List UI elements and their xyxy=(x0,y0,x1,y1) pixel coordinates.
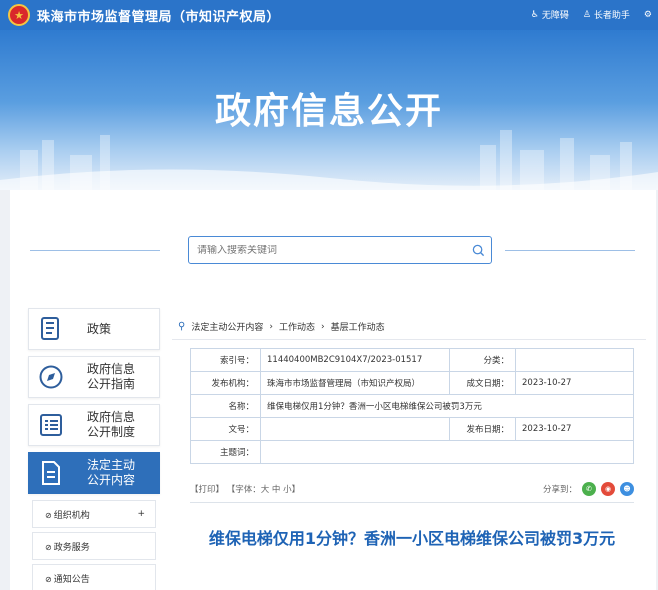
nav-item-system[interactable]: 政府信息 公开制度 xyxy=(28,404,160,446)
accessibility-icon: ♿ xyxy=(530,9,539,20)
breadcrumb-item[interactable]: 基层工作动态 xyxy=(331,320,385,333)
detail-area: ⚲ 法定主动公开内容 › 工作动态 › 基层工作动态 索引号： 11440400… xyxy=(172,314,646,548)
breadcrumb: ⚲ 法定主动公开内容 › 工作动态 › 基层工作动态 xyxy=(172,314,646,340)
breadcrumb-item[interactable]: 工作动态 xyxy=(279,320,315,333)
search-box xyxy=(188,236,492,264)
table-row: 主题词： xyxy=(190,440,634,464)
link-icon: ⊘ xyxy=(45,574,52,584)
nav-label: 政府信息 公开制度 xyxy=(87,410,136,439)
elderly-icon: ♙ xyxy=(582,9,591,20)
sub-item-government-services[interactable]: ⊘ 政务服务 xyxy=(32,532,156,560)
divider-line xyxy=(30,250,160,251)
sub-item-notices[interactable]: ⊘ 通知公告 xyxy=(32,564,156,590)
gear-icon: ⚙ xyxy=(643,9,652,20)
wechat-icon[interactable]: ✆ xyxy=(582,482,596,496)
table-row: 名称： 维保电梯仅用1分钟？香洲一小区电梯维保公司被罚3万元 xyxy=(190,394,634,418)
accessibility-link[interactable]: ♿ 无障碍 xyxy=(530,8,569,22)
expand-plus-icon[interactable]: + xyxy=(137,509,145,519)
site-title[interactable]: 珠海市市场监督管理局（市知识产权局） xyxy=(37,6,280,25)
link-icon: ⊘ xyxy=(45,542,52,552)
divider-line xyxy=(505,250,635,251)
sub-item-organization[interactable]: ⊘ 组织机构 + xyxy=(32,500,156,528)
table-row: 文号： 发布日期： 2023-10-27 xyxy=(190,417,634,441)
chevron-right-icon: › xyxy=(269,321,273,332)
content-panel: 政策 政府信息公开指南 政府信息公开制度 法定主动公开内容 ⊘组织机构 + ⊘政… xyxy=(10,190,656,590)
nav-label: 政策 xyxy=(87,321,112,336)
top-bar: ★ 珠海市市场监督管理局（市知识产权局） ♿ 无障碍 ♙ 长者助手 ⚙ xyxy=(0,0,658,30)
breadcrumb-item[interactable]: 法定主动公开内容 xyxy=(191,320,263,333)
nav-item-statutory-content[interactable]: 法定主动 公开内容 xyxy=(28,452,160,494)
nav-item-policy[interactable]: 政策 xyxy=(28,308,160,350)
weibo-icon[interactable]: ◉ xyxy=(601,482,615,496)
share-bar: 分享到： ✆ ◉ ☻ xyxy=(543,482,634,496)
settings-link[interactable]: ⚙ xyxy=(644,8,652,21)
city-skyline-illustration xyxy=(0,130,658,190)
table-row: 发布机构： 珠海市市场监督管理局（市知识产权局） 成文日期： 2023-10-2… xyxy=(190,371,634,395)
national-emblem-icon: ★ xyxy=(8,4,30,26)
elderly-assistant-link[interactable]: ♙ 长者助手 xyxy=(582,8,630,22)
qq-icon[interactable]: ☻ xyxy=(620,482,634,496)
left-nav: 政策 政府信息 公开指南 政府信息 公开制度 法定主动 公开内容 ⊘ 组织机构 + ⊘ 政… xyxy=(28,308,160,590)
banner: 政府信息公开 xyxy=(0,30,658,190)
nav-label: 法定主动 公开内容 xyxy=(87,458,136,487)
search-icon[interactable] xyxy=(465,237,491,263)
nav-item-guide[interactable]: 政府信息 公开指南 xyxy=(28,356,160,398)
header-tools: ♿ 无障碍 ♙ 长者助手 ⚙ xyxy=(530,8,652,22)
policy-document-icon xyxy=(29,316,73,342)
search-input[interactable] xyxy=(197,244,465,256)
chevron-right-icon: › xyxy=(320,321,325,332)
compass-icon xyxy=(29,364,73,390)
font-size-switcher[interactable]: 【字体：大 中 小】 xyxy=(227,485,300,495)
nav-label: 政府信息 公开指南 xyxy=(87,362,136,391)
location-pin-icon: ⚲ xyxy=(178,321,186,332)
print-link[interactable]: 【打印】 xyxy=(190,485,224,495)
link-icon: ⊘ xyxy=(45,510,52,520)
list-document-icon xyxy=(29,412,73,438)
share-label: 分享到： xyxy=(542,485,577,495)
article-actions: 【打印】 【字体：大 中 小】 分享到： ✆ ◉ ☻ xyxy=(190,482,634,496)
info-meta-table: 索引号： 11440400MB2C9104X7/2023-01517 分类： 发… xyxy=(190,348,634,464)
table-row: 索引号： 11440400MB2C9104X7/2023-01517 分类： xyxy=(190,348,634,372)
article-title: 维保电梯仅用1分钟？香洲一小区电梯维保公司被罚3万元 xyxy=(208,529,616,548)
divider-line xyxy=(190,502,634,503)
file-icon xyxy=(29,460,73,486)
